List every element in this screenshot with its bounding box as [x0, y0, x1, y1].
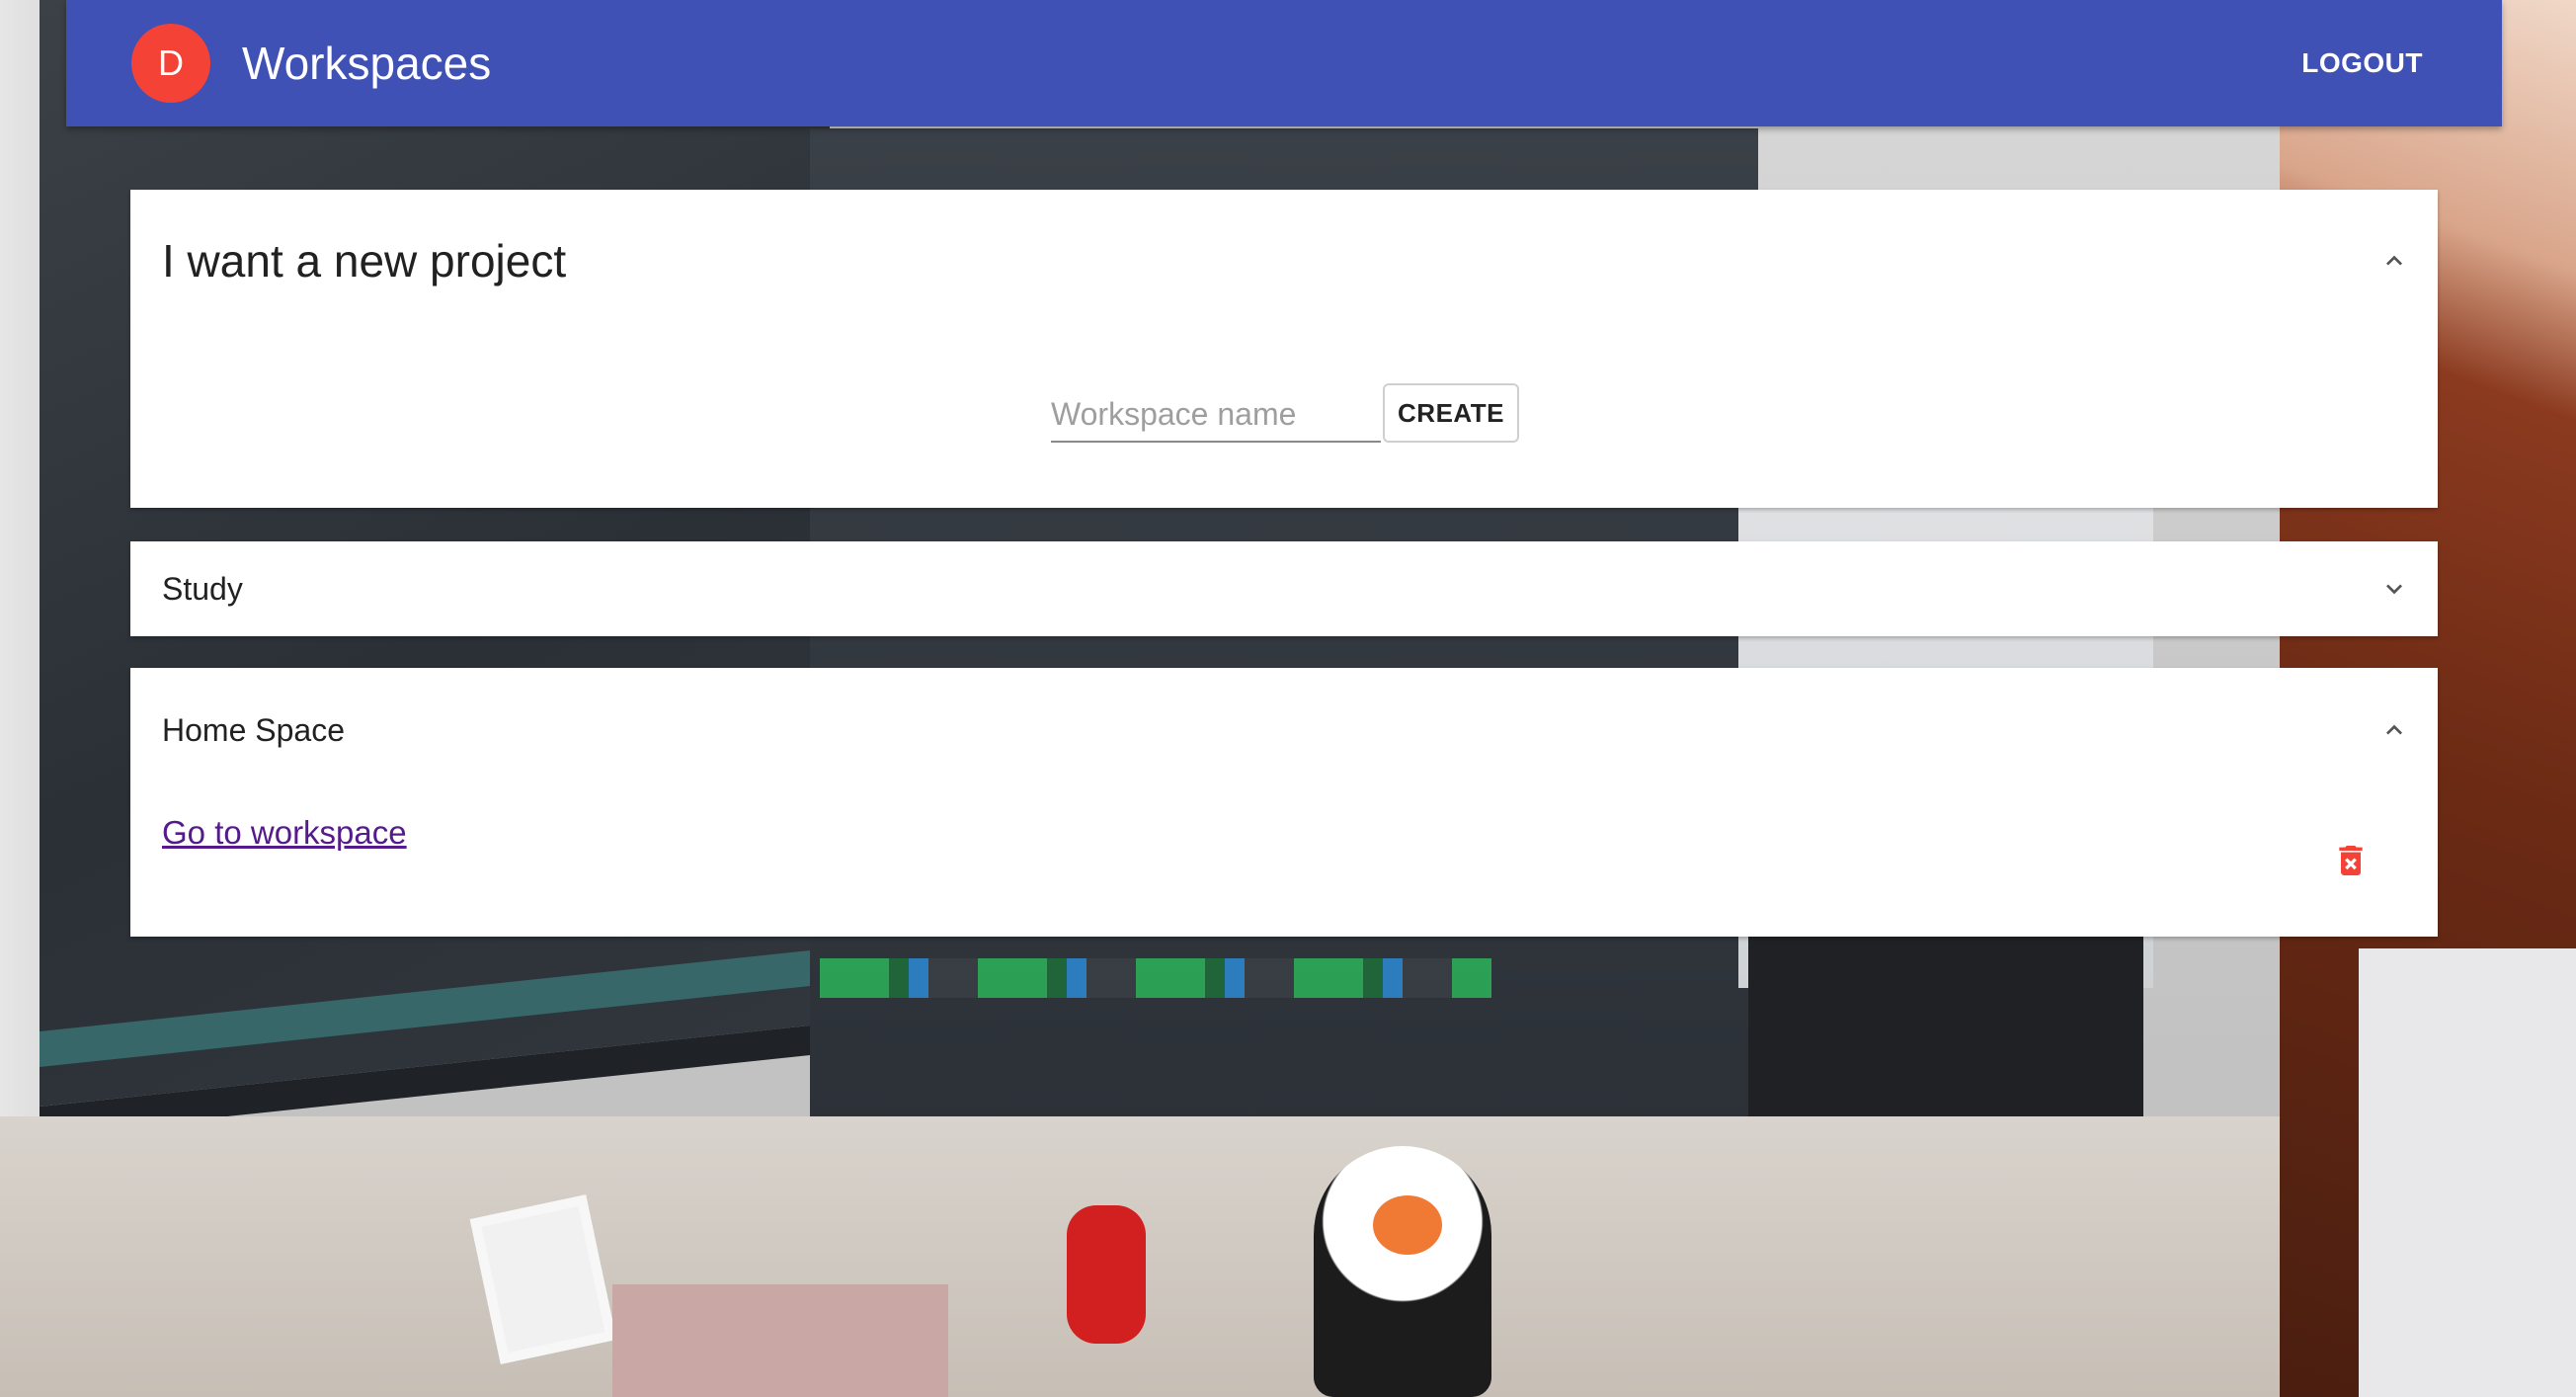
workspace-name-input[interactable]: [1051, 387, 1381, 443]
app-bar: D Workspaces LOGOUT: [66, 0, 2502, 126]
chevron-up-icon[interactable]: [2382, 718, 2406, 742]
workspace-header-study[interactable]: Study: [130, 541, 2438, 636]
new-project-panel: I want a new project CREATE: [130, 190, 2438, 508]
app-title: Workspaces: [242, 38, 492, 89]
chevron-down-icon[interactable]: [2382, 577, 2406, 601]
create-workspace-form: CREATE: [1051, 383, 1519, 443]
new-project-title: I want a new project: [162, 235, 567, 287]
logout-button[interactable]: LOGOUT: [2301, 47, 2423, 79]
delete-workspace-button[interactable]: [2327, 838, 2375, 885]
workspace-name: Study: [162, 570, 243, 607]
new-project-header[interactable]: I want a new project: [130, 190, 2438, 332]
workspace-panel-study: Study: [130, 541, 2438, 636]
chevron-up-icon[interactable]: [2382, 249, 2406, 273]
workspace-header-home-space[interactable]: Home Space: [130, 668, 2438, 792]
workspace-panel-home-space: Home Space Go to workspace: [130, 668, 2438, 937]
avatar-letter: D: [158, 42, 184, 83]
create-button[interactable]: CREATE: [1383, 383, 1519, 443]
delete-forever-icon: [2331, 841, 2371, 883]
workspace-name: Home Space: [162, 711, 345, 748]
user-avatar[interactable]: D: [131, 24, 210, 103]
go-to-workspace-link[interactable]: Go to workspace: [162, 814, 407, 852]
